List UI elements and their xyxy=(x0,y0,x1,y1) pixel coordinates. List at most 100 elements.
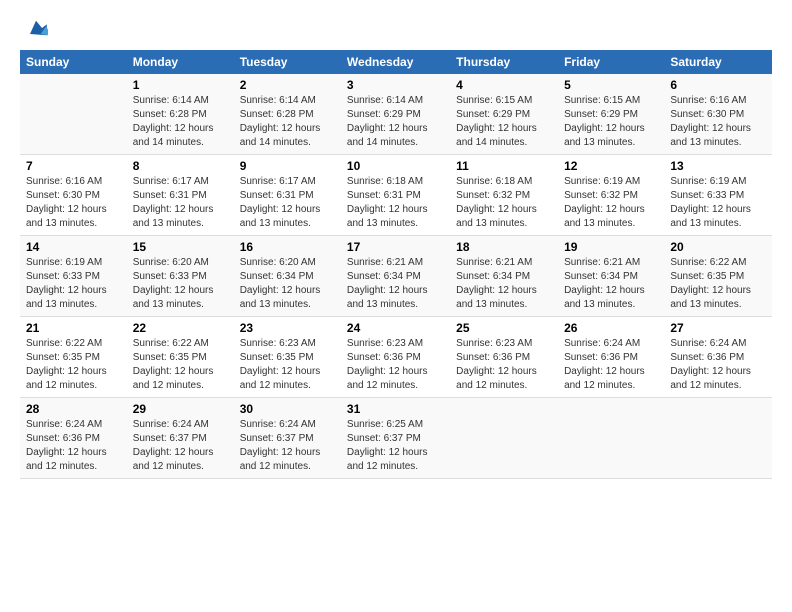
header-row: SundayMondayTuesdayWednesdayThursdayFrid… xyxy=(20,50,772,74)
calendar-cell: 23 Sunrise: 6:23 AM Sunset: 6:35 PM Dayli… xyxy=(234,317,341,398)
day-number: 12 xyxy=(564,159,658,173)
calendar-cell xyxy=(450,398,558,479)
day-info: Sunrise: 6:19 AM Sunset: 6:32 PM Dayligh… xyxy=(564,175,658,231)
day-info: Sunrise: 6:15 AM Sunset: 6:29 PM Dayligh… xyxy=(564,94,658,150)
day-info: Sunrise: 6:14 AM Sunset: 6:28 PM Dayligh… xyxy=(240,94,335,150)
column-header-monday: Monday xyxy=(127,50,234,74)
calendar-cell: 15 Sunrise: 6:20 AM Sunset: 6:33 PM Dayli… xyxy=(127,236,234,317)
day-info: Sunrise: 6:21 AM Sunset: 6:34 PM Dayligh… xyxy=(456,256,552,312)
calendar-cell: 14 Sunrise: 6:19 AM Sunset: 6:33 PM Dayli… xyxy=(20,236,127,317)
day-number: 8 xyxy=(133,159,228,173)
calendar-cell: 28Sunrise: 6:24 AM Sunset: 6:36 PM Dayli… xyxy=(20,398,127,479)
week-row: 21 Sunrise: 6:22 AM Sunset: 6:35 PM Dayli… xyxy=(20,317,772,398)
calendar-cell: 30Sunrise: 6:24 AM Sunset: 6:37 PM Dayli… xyxy=(234,398,341,479)
week-row: 1Sunrise: 6:14 AM Sunset: 6:28 PM Daylig… xyxy=(20,74,772,155)
calendar-cell: 22 Sunrise: 6:22 AM Sunset: 6:35 PM Dayli… xyxy=(127,317,234,398)
day-info: Sunrise: 6:20 AM Sunset: 6:33 PM Dayligh… xyxy=(133,256,228,312)
day-info: Sunrise: 6:20 AM Sunset: 6:34 PM Dayligh… xyxy=(240,256,335,312)
calendar-cell: 5 Sunrise: 6:15 AM Sunset: 6:29 PM Daylig… xyxy=(558,74,664,155)
calendar-cell: 27Sunrise: 6:24 AM Sunset: 6:36 PM Dayli… xyxy=(664,317,772,398)
day-number: 23 xyxy=(240,321,335,335)
week-row: 7Sunrise: 6:16 AM Sunset: 6:30 PM Daylig… xyxy=(20,155,772,236)
calendar-cell xyxy=(558,398,664,479)
day-number: 4 xyxy=(456,78,552,92)
day-number: 28 xyxy=(26,402,121,416)
day-number: 2 xyxy=(240,78,335,92)
calendar-cell: 29 Sunrise: 6:24 AM Sunset: 6:37 PM Dayli… xyxy=(127,398,234,479)
day-info: Sunrise: 6:19 AM Sunset: 6:33 PM Dayligh… xyxy=(26,256,121,312)
day-info: Sunrise: 6:14 AM Sunset: 6:29 PM Dayligh… xyxy=(347,94,444,150)
calendar-cell: 18 Sunrise: 6:21 AM Sunset: 6:34 PM Dayli… xyxy=(450,236,558,317)
day-number: 15 xyxy=(133,240,228,254)
day-number: 20 xyxy=(670,240,766,254)
calendar-cell: 2 Sunrise: 6:14 AM Sunset: 6:28 PM Daylig… xyxy=(234,74,341,155)
day-number: 21 xyxy=(26,321,121,335)
column-header-sunday: Sunday xyxy=(20,50,127,74)
day-number: 26 xyxy=(564,321,658,335)
day-number: 14 xyxy=(26,240,121,254)
day-number: 18 xyxy=(456,240,552,254)
day-info: Sunrise: 6:14 AM Sunset: 6:28 PM Dayligh… xyxy=(133,94,228,150)
calendar-cell: 13 Sunrise: 6:19 AM Sunset: 6:33 PM Dayli… xyxy=(664,155,772,236)
day-number: 11 xyxy=(456,159,552,173)
day-number: 10 xyxy=(347,159,444,173)
day-number: 24 xyxy=(347,321,444,335)
day-info: Sunrise: 6:24 AM Sunset: 6:37 PM Dayligh… xyxy=(240,418,335,474)
logo-icon xyxy=(24,16,48,40)
day-number: 9 xyxy=(240,159,335,173)
day-number: 25 xyxy=(456,321,552,335)
calendar-cell: 8 Sunrise: 6:17 AM Sunset: 6:31 PM Daylig… xyxy=(127,155,234,236)
column-header-saturday: Saturday xyxy=(664,50,772,74)
day-number: 22 xyxy=(133,321,228,335)
day-info: Sunrise: 6:22 AM Sunset: 6:35 PM Dayligh… xyxy=(670,256,766,312)
calendar-cell: 17 Sunrise: 6:21 AM Sunset: 6:34 PM Dayli… xyxy=(341,236,450,317)
day-info: Sunrise: 6:24 AM Sunset: 6:37 PM Dayligh… xyxy=(133,418,228,474)
column-header-tuesday: Tuesday xyxy=(234,50,341,74)
day-info: Sunrise: 6:22 AM Sunset: 6:35 PM Dayligh… xyxy=(133,337,228,393)
page: SundayMondayTuesdayWednesdayThursdayFrid… xyxy=(0,0,792,612)
calendar-cell: 16 Sunrise: 6:20 AM Sunset: 6:34 PM Dayli… xyxy=(234,236,341,317)
calendar-cell: 31Sunrise: 6:25 AM Sunset: 6:37 PM Dayli… xyxy=(341,398,450,479)
day-number: 5 xyxy=(564,78,658,92)
day-info: Sunrise: 6:24 AM Sunset: 6:36 PM Dayligh… xyxy=(670,337,766,393)
week-row: 28Sunrise: 6:24 AM Sunset: 6:36 PM Dayli… xyxy=(20,398,772,479)
day-info: Sunrise: 6:16 AM Sunset: 6:30 PM Dayligh… xyxy=(670,94,766,150)
day-number: 3 xyxy=(347,78,444,92)
day-info: Sunrise: 6:19 AM Sunset: 6:33 PM Dayligh… xyxy=(670,175,766,231)
day-number: 6 xyxy=(670,78,766,92)
calendar-cell xyxy=(20,74,127,155)
header xyxy=(20,16,772,40)
day-info: Sunrise: 6:24 AM Sunset: 6:36 PM Dayligh… xyxy=(564,337,658,393)
day-info: Sunrise: 6:18 AM Sunset: 6:32 PM Dayligh… xyxy=(456,175,552,231)
day-number: 29 xyxy=(133,402,228,416)
day-info: Sunrise: 6:21 AM Sunset: 6:34 PM Dayligh… xyxy=(564,256,658,312)
day-number: 7 xyxy=(26,159,121,173)
week-row: 14 Sunrise: 6:19 AM Sunset: 6:33 PM Dayli… xyxy=(20,236,772,317)
day-number: 17 xyxy=(347,240,444,254)
day-info: Sunrise: 6:23 AM Sunset: 6:36 PM Dayligh… xyxy=(456,337,552,393)
calendar-cell: 26 Sunrise: 6:24 AM Sunset: 6:36 PM Dayli… xyxy=(558,317,664,398)
calendar-cell: 10 Sunrise: 6:18 AM Sunset: 6:31 PM Dayli… xyxy=(341,155,450,236)
logo xyxy=(20,16,48,40)
day-info: Sunrise: 6:23 AM Sunset: 6:35 PM Dayligh… xyxy=(240,337,335,393)
day-info: Sunrise: 6:15 AM Sunset: 6:29 PM Dayligh… xyxy=(456,94,552,150)
calendar-cell: 7Sunrise: 6:16 AM Sunset: 6:30 PM Daylig… xyxy=(20,155,127,236)
calendar-cell: 19 Sunrise: 6:21 AM Sunset: 6:34 PM Dayli… xyxy=(558,236,664,317)
day-number: 13 xyxy=(670,159,766,173)
day-number: 16 xyxy=(240,240,335,254)
calendar-cell xyxy=(664,398,772,479)
calendar-cell: 21Sunrise: 6:22 AM Sunset: 6:35 PM Dayli… xyxy=(20,317,127,398)
day-info: Sunrise: 6:25 AM Sunset: 6:37 PM Dayligh… xyxy=(347,418,444,474)
day-number: 19 xyxy=(564,240,658,254)
calendar-table: SundayMondayTuesdayWednesdayThursdayFrid… xyxy=(20,50,772,479)
day-info: Sunrise: 6:23 AM Sunset: 6:36 PM Dayligh… xyxy=(347,337,444,393)
day-info: Sunrise: 6:18 AM Sunset: 6:31 PM Dayligh… xyxy=(347,175,444,231)
day-info: Sunrise: 6:17 AM Sunset: 6:31 PM Dayligh… xyxy=(133,175,228,231)
calendar-cell: 4 Sunrise: 6:15 AM Sunset: 6:29 PM Daylig… xyxy=(450,74,558,155)
calendar-cell: 25 Sunrise: 6:23 AM Sunset: 6:36 PM Dayli… xyxy=(450,317,558,398)
calendar-cell: 20 Sunrise: 6:22 AM Sunset: 6:35 PM Dayli… xyxy=(664,236,772,317)
day-info: Sunrise: 6:21 AM Sunset: 6:34 PM Dayligh… xyxy=(347,256,444,312)
calendar-cell: 1Sunrise: 6:14 AM Sunset: 6:28 PM Daylig… xyxy=(127,74,234,155)
column-header-friday: Friday xyxy=(558,50,664,74)
calendar-cell: 12 Sunrise: 6:19 AM Sunset: 6:32 PM Dayli… xyxy=(558,155,664,236)
